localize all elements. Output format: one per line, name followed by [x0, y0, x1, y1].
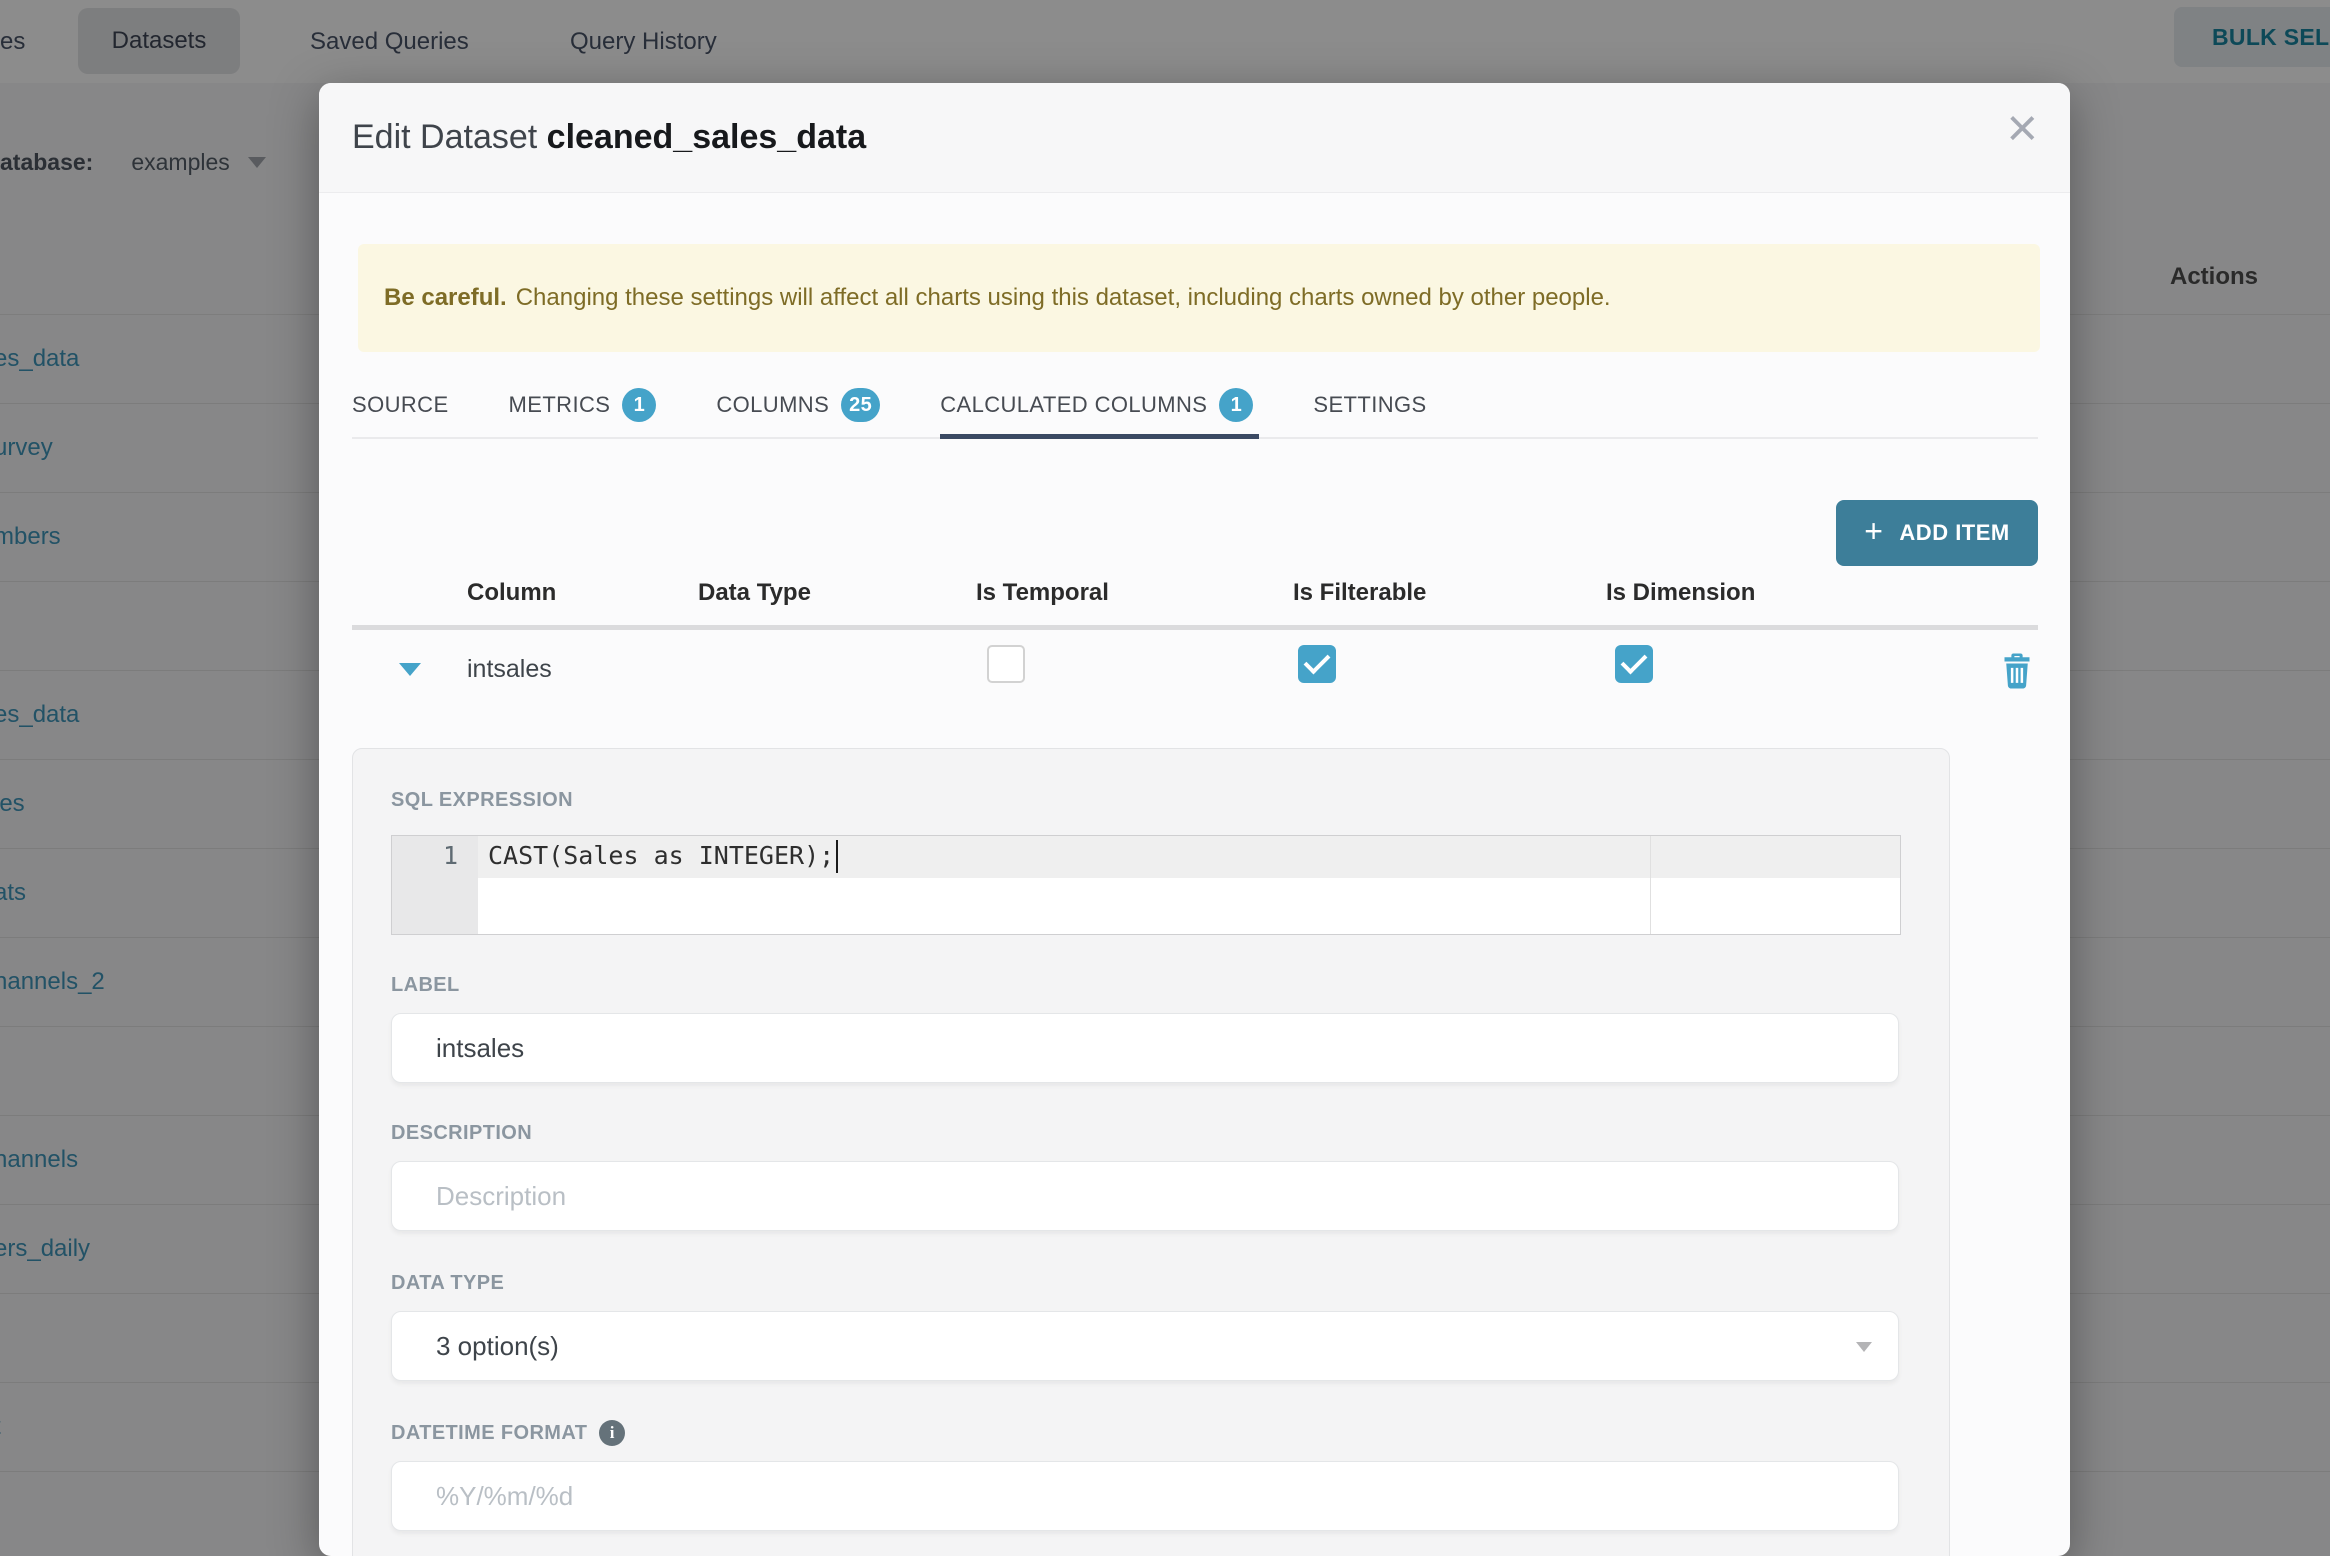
edit-dataset-modal: Edit Dataset cleaned_sales_data × Be car… — [319, 83, 2070, 1556]
description-field-label: DESCRIPTION — [391, 1122, 533, 1144]
description-input[interactable] — [391, 1161, 1899, 1231]
dataset-name: cleaned_sales_data — [546, 118, 867, 156]
screen: es Datasets Saved Queries Query History … — [0, 0, 2330, 1556]
label-field-label: LABEL — [391, 974, 460, 996]
label-input[interactable] — [391, 1013, 1899, 1083]
sql-code: CAST(Sales as INTEGER); — [488, 841, 835, 870]
tab-label: METRICS — [508, 392, 611, 417]
tab-label: SETTINGS — [1313, 392, 1427, 417]
tab-count-badge: 1 — [1219, 388, 1254, 422]
tab-count-badge: 25 — [841, 388, 881, 422]
modal-header: Edit Dataset cleaned_sales_data × — [319, 83, 2070, 193]
editor-print-margin — [1650, 836, 1651, 934]
is-filterable-checkbox[interactable] — [1298, 645, 1336, 683]
close-icon[interactable]: × — [2006, 101, 2038, 155]
warning-text: Changing these settings will affect all … — [515, 284, 1611, 311]
tab-count-badge: 1 — [622, 388, 657, 422]
column-header-is-temporal: Is Temporal — [976, 579, 1109, 606]
column-header-data-type: Data Type — [698, 579, 811, 606]
modal-tabs: SOURCE METRICS 1 COLUMNS 25 CALCULATED COLUMN… — [352, 373, 2038, 439]
sql-expression-editor[interactable]: 1 CAST(Sales as INTEGER); — [391, 835, 1901, 935]
data-type-field-label: DATA TYPE — [391, 1272, 505, 1294]
column-header-is-filterable: Is Filterable — [1293, 579, 1427, 606]
modal-title: Edit Dataset cleaned_sales_data — [352, 118, 866, 157]
expand-row-caret-icon[interactable] — [399, 663, 421, 676]
info-icon[interactable]: i — [599, 1420, 626, 1446]
datetime-format-input[interactable] — [391, 1461, 1899, 1531]
add-item-button[interactable]: + ADD ITEM — [1836, 500, 2038, 566]
modal-title-prefix: Edit Dataset — [352, 118, 538, 156]
is-temporal-checkbox[interactable] — [987, 645, 1025, 683]
is-dimension-checkbox[interactable] — [1615, 645, 1653, 683]
columns-table-divider — [352, 625, 2038, 630]
trash-icon[interactable] — [2002, 653, 2032, 689]
editor-cursor — [836, 840, 838, 873]
tab-source[interactable]: SOURCE — [352, 373, 449, 437]
data-type-value: 3 option(s) — [436, 1330, 559, 1361]
editor-gutter: 1 — [392, 836, 478, 934]
add-item-label: ADD ITEM — [1899, 520, 2010, 545]
tab-label: SOURCE — [352, 392, 449, 417]
column-header-is-dimension: Is Dimension — [1606, 579, 1756, 606]
column-header-column: Column — [467, 579, 557, 606]
datetime-format-label-text: DATETIME FORMAT — [391, 1421, 588, 1444]
data-type-select[interactable]: 3 option(s) — [391, 1311, 1899, 1381]
sql-expression-label: SQL EXPRESSION — [391, 789, 573, 811]
editor-line-number: 1 — [442, 841, 458, 870]
tab-columns[interactable]: COLUMNS 25 — [716, 373, 881, 437]
warning-bold: Be careful. — [384, 284, 507, 311]
tab-label: CALCULATED COLUMNS — [940, 392, 1208, 417]
tab-calculated-columns[interactable]: CALCULATED COLUMNS 1 — [940, 373, 1260, 439]
warning-banner: Be careful. Changing these settings will… — [358, 244, 2040, 352]
column-detail-panel: SQL EXPRESSION 1 CAST(Sales as INTEGER);… — [352, 748, 1950, 1556]
tab-settings[interactable]: SETTINGS — [1313, 373, 1426, 437]
calculated-column-name: intsales — [467, 655, 552, 683]
tab-label: COLUMNS — [716, 392, 830, 417]
plus-icon: + — [1864, 513, 1884, 549]
tab-metrics[interactable]: METRICS 1 — [509, 373, 657, 437]
select-caret-icon — [1856, 1342, 1872, 1352]
datetime-format-label: DATETIME FORMAT i — [391, 1420, 626, 1446]
